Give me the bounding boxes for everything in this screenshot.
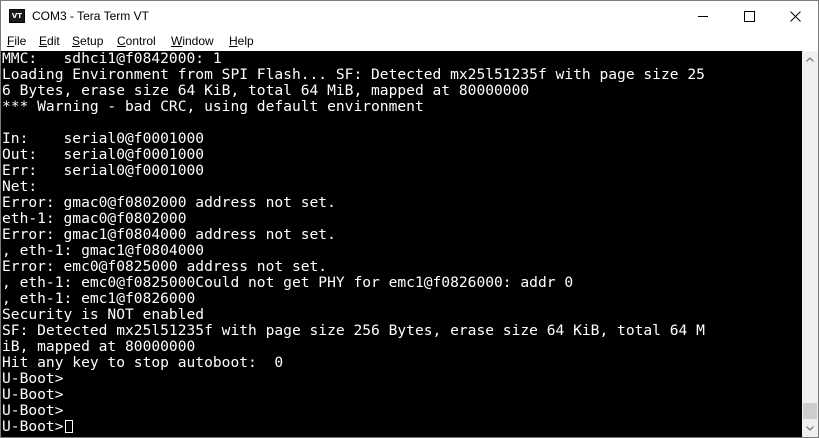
terminal-line: eth-1: gmac0@f0802000 — [2, 210, 187, 227]
scroll-thumb[interactable] — [803, 403, 817, 419]
terminal-line: 6 Bytes, erase size 64 KiB, total 64 MiB… — [2, 82, 530, 99]
terminal-line: U-Boot> — [2, 370, 64, 387]
scroll-up-arrow-icon — [806, 57, 814, 62]
minimize-icon — [698, 16, 708, 17]
terminal-window: VT COM3 - Tera Term VT File Edit Setup C… — [0, 0, 819, 438]
menu-help[interactable]: Help — [229, 34, 254, 48]
menu-edit[interactable]: Edit — [39, 34, 60, 48]
scroll-down-arrow-icon — [806, 426, 814, 431]
terminal-line: *** Warning - bad CRC, using default env… — [2, 98, 424, 115]
terminal-line: Error: gmac1@f0804000 address not set. — [2, 226, 336, 243]
terminal-line: U-Boot> — [2, 386, 64, 403]
terminal-screen[interactable]: MMC: sdhci1@f0842000: 1 Loading Environm… — [1, 51, 802, 437]
text-cursor — [64, 420, 73, 433]
prompt-text: U-Boot> — [2, 418, 64, 435]
menu-window[interactable]: Window — [171, 34, 214, 48]
terminal-line: Error: gmac0@f0802000 address not set. — [2, 194, 336, 211]
terminal-prompt-line: U-Boot> — [2, 419, 73, 435]
teraterm-vt-icon[interactable]: VT — [9, 9, 25, 23]
terminal-line: U-Boot> — [2, 402, 64, 419]
terminal-line: Out: serial0@f0001000 — [2, 146, 205, 163]
terminal-line: Security is NOT enabled — [2, 306, 205, 323]
terminal-line: Error: emc0@f0825000 address not set. — [2, 258, 328, 275]
close-icon — [790, 11, 801, 22]
terminal-line: Err: serial0@f0001000 — [2, 162, 205, 179]
title-bar[interactable]: VT COM3 - Tera Term VT — [1, 1, 818, 32]
minimize-button[interactable] — [680, 1, 726, 32]
maximize-button[interactable] — [726, 1, 772, 32]
terminal-line: MMC: sdhci1@f0842000: 1 — [2, 51, 222, 67]
terminal-line: Net: — [2, 178, 38, 195]
window-title: COM3 - Tera Term VT — [32, 9, 149, 23]
terminal-line: SF: Detected mx25l51235f with page size … — [2, 322, 705, 339]
maximize-icon — [744, 11, 755, 22]
scroll-up-button[interactable] — [802, 51, 818, 68]
terminal-line: iB, mapped at 80000000 — [2, 338, 196, 355]
terminal-line: , eth-1: gmac1@f0804000 — [2, 242, 205, 259]
terminal-line: , eth-1: emc1@f0826000 — [2, 290, 196, 307]
terminal-line: , eth-1: emc0@f0825000Could not get PHY … — [2, 274, 574, 291]
menu-bar: File Edit Setup Control Window Help — [1, 32, 818, 51]
vertical-scrollbar[interactable] — [802, 51, 818, 437]
close-button[interactable] — [772, 1, 818, 32]
terminal-line: Loading Environment from SPI Flash... SF… — [2, 66, 705, 83]
terminal-line: Hit any key to stop autoboot: 0 — [2, 354, 284, 371]
menu-control[interactable]: Control — [117, 34, 156, 48]
terminal-line: In: serial0@f0001000 — [2, 130, 205, 147]
scroll-down-button[interactable] — [802, 420, 818, 437]
menu-setup[interactable]: Setup — [72, 34, 103, 48]
menu-file[interactable]: File — [7, 34, 26, 48]
